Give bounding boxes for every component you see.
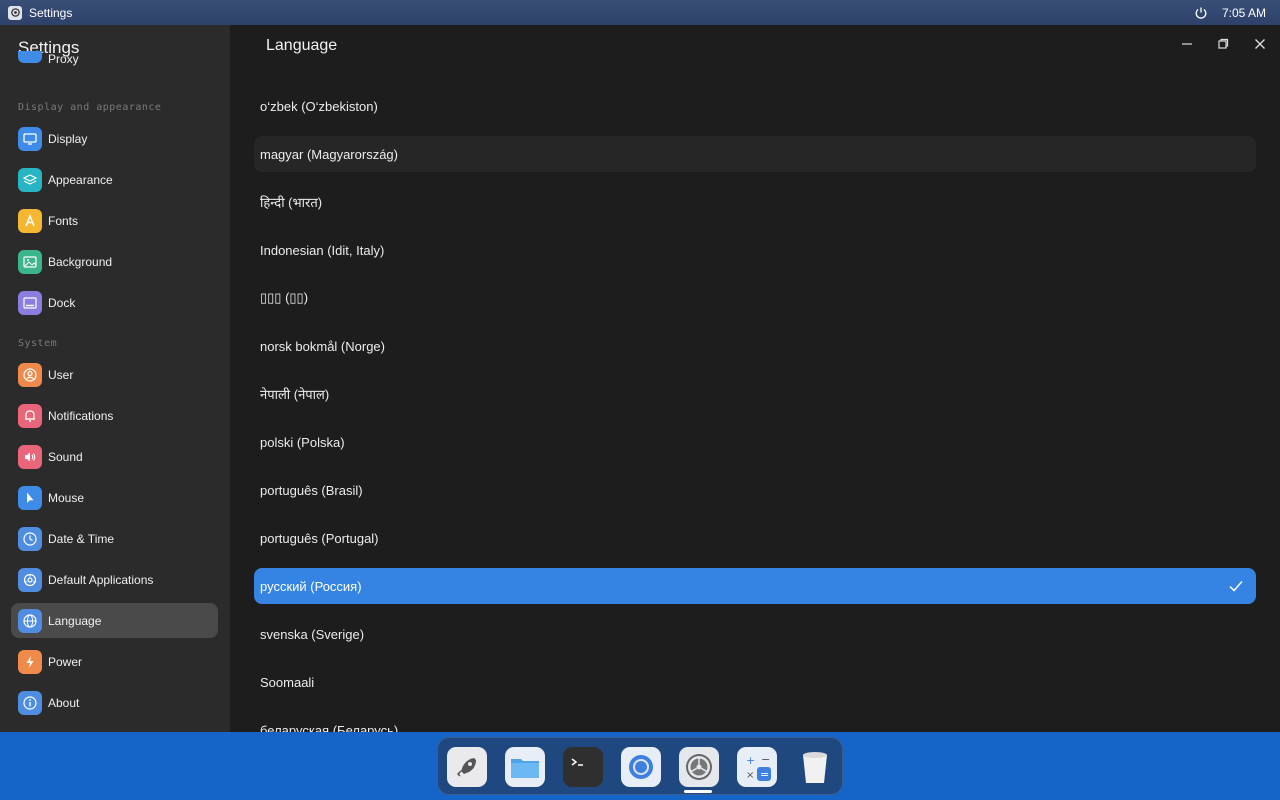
language-item[interactable]: svenska (Sverige) [254,616,1256,652]
minimize-button[interactable] [1176,33,1198,55]
sidebar-item-label: Default Applications [48,572,154,587]
power-icon[interactable] [1194,6,1208,20]
sidebar-item-label: Sound [48,449,83,464]
language-item[interactable]: Soomaali [254,664,1256,700]
sidebar-item-mouse[interactable]: Mouse [11,480,218,515]
top-bar: Settings 7:05 AM [0,0,1280,25]
language-item-selected[interactable]: русский (Россия) [254,568,1256,604]
sidebar-item-label: Mouse [48,490,85,505]
sidebar-item-language[interactable]: Language [11,603,218,638]
sidebar-item-label: Background [48,254,113,269]
info-icon [18,690,42,715]
svg-text:=: = [760,768,769,781]
checkmark-icon [1229,581,1243,592]
dock: + − × = [437,737,843,795]
terminal-icon[interactable] [563,747,603,787]
sidebar-item-label: Date & Time [48,531,115,546]
settings-icon[interactable] [679,747,719,787]
sidebar-item-user[interactable]: User [11,357,218,392]
close-icon [1255,39,1265,49]
mouse-icon [18,485,42,510]
settings-window: Settings Proxy Display and appearance Di… [0,25,1280,732]
sidebar-item-power[interactable]: Power [11,644,218,679]
restore-icon [1218,38,1229,49]
power-icon [18,649,42,674]
page-title: Language [266,37,338,54]
notifications-icon [18,403,42,428]
sidebar-item-about[interactable]: About [11,685,218,720]
background-icon [18,249,42,274]
language-item[interactable]: português (Brasil) [254,472,1256,508]
globe-icon [18,608,42,633]
language-item[interactable]: o‘zbek (O‘zbekiston) [254,88,1256,124]
language-item[interactable]: नेपाली (नेपाल) [254,376,1256,412]
trash-icon[interactable] [795,747,835,787]
sidebar-item-label: Proxy [48,52,79,66]
sidebar: Settings Proxy Display and appearance Di… [0,25,230,732]
language-item[interactable]: norsk bokmål (Norge) [254,328,1256,364]
sidebar-item-default-applications[interactable]: Default Applications [11,562,218,597]
language-item[interactable]: Indonesian (Idit, Italy) [254,232,1256,268]
appearance-icon [18,167,42,192]
sidebar-item-display[interactable]: Display [11,121,218,156]
minimize-icon [1182,43,1192,45]
sidebar-item-date-time[interactable]: Date & Time [11,521,218,556]
sidebar-item-label: Fonts [48,213,79,228]
sidebar-item-label: Language [48,613,102,628]
language-item[interactable]: polski (Polska) [254,424,1256,460]
folder-icon[interactable] [505,747,545,787]
language-item[interactable]: हिन्दी (भारत) [254,184,1256,220]
sidebar-item-label: Appearance [48,172,113,187]
maximize-button[interactable] [1212,33,1234,55]
sidebar-item-label: Notifications [48,408,114,423]
fonts-icon [18,208,42,233]
display-icon [18,126,42,151]
svg-text:+: + [746,754,755,767]
language-item[interactable]: ▯▯▯ (▯▯) [254,280,1256,316]
default-apps-icon [18,567,42,592]
language-item[interactable]: português (Portugal) [254,520,1256,556]
sidebar-item-sound[interactable]: Sound [11,439,218,474]
sidebar-item-fonts[interactable]: Fonts [11,203,218,238]
clock-icon [18,526,42,551]
sidebar-item-label: Power [48,654,83,669]
sidebar-item-notifications[interactable]: Notifications [11,398,218,433]
svg-text:−: − [761,753,770,766]
language-item-label: русский (Россия) [260,578,362,594]
sidebar-item-proxy[interactable]: Proxy [11,51,218,75]
topbar-app-name: Settings [29,5,73,20]
clock[interactable]: 7:05 AM [1222,6,1266,20]
dock-icon [18,290,42,315]
sidebar-item-dock[interactable]: Dock [11,285,218,320]
sidebar-item-appearance[interactable]: Appearance [11,162,218,197]
sidebar-item-label: Display [48,131,88,146]
language-item[interactable]: беларуская (Беларусь) [254,712,1256,733]
proxy-icon [18,51,42,63]
sidebar-item-label: About [48,695,80,710]
user-icon [18,362,42,387]
browser-icon[interactable] [621,747,661,787]
section-system: System [18,338,58,349]
sound-icon [18,444,42,469]
sidebar-item-label: Dock [48,295,76,310]
svg-text:×: × [746,770,754,781]
dock-running-indicator [684,790,712,793]
calculator-icon[interactable]: + − × = [737,747,777,787]
sidebar-item-background[interactable]: Background [11,244,218,279]
settings-app-icon [8,5,22,20]
rocket-icon[interactable] [447,747,487,787]
close-button[interactable] [1249,33,1271,55]
sidebar-item-label: User [48,367,74,382]
section-display-appearance: Display and appearance [18,102,162,113]
language-item[interactable]: magyar (Magyarország) [254,136,1256,172]
